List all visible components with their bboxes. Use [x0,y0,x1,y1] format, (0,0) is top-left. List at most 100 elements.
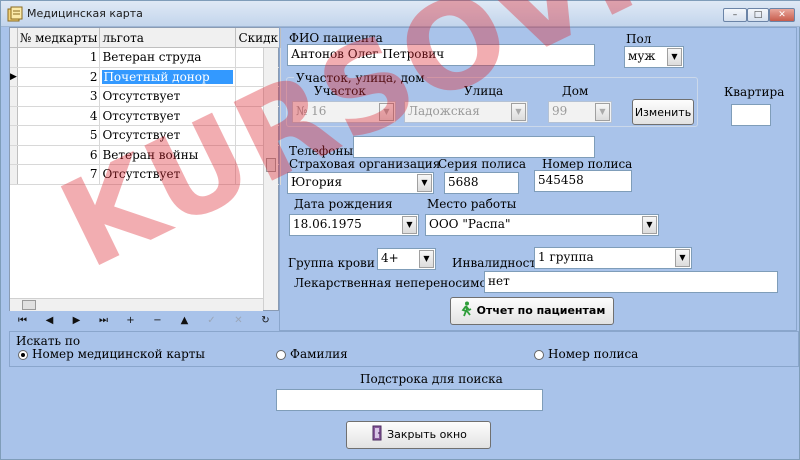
insurance-select[interactable]: Югория ▼ [287,172,434,194]
chevron-down-icon[interactable]: ▼ [511,103,526,121]
cell-benefit[interactable]: Почетный донор [99,67,237,87]
search-by-groupbox: Искать по Номер медицинской карты Фамили… [9,331,799,367]
column-header-benefit[interactable]: льгота [99,28,237,48]
column-header-card-number[interactable]: № медкарты [17,28,101,48]
search-substring-field[interactable] [276,389,543,411]
fio-field[interactable]: Антонов Олег Петрович [287,44,595,66]
patients-report-button[interactable]: Отчет по пациентам [450,297,614,325]
edit-record-button[interactable]: ▲ [171,312,198,330]
close-form-button[interactable]: Закрыть окно [346,421,491,449]
policy-number-field[interactable]: 545458 [534,170,632,192]
title-bar[interactable]: Медицинская карта – □ ✕ [1,1,800,27]
maximize-button[interactable]: □ [747,8,769,22]
row-indicator [10,145,18,165]
table-row[interactable]: 5 Отсутствует [10,125,282,146]
column-header-discount[interactable]: Скидк [235,28,282,48]
prior-record-button[interactable]: ◀ [36,312,63,330]
post-record-button[interactable]: ✓ [198,312,225,330]
close-window-button[interactable]: ✕ [769,8,795,22]
chevron-down-icon[interactable]: ▼ [667,48,682,66]
search-substring-label: Подстрока для поиска [360,372,503,386]
search-option-policy-label[interactable]: Номер полиса [548,347,638,361]
last-record-button[interactable]: ⏭ [90,312,117,330]
chevron-down-icon[interactable]: ▼ [417,174,432,192]
workplace-label: Место работы [427,197,517,211]
row-indicator [10,47,18,68]
search-option-policy-radio[interactable] [534,350,544,360]
disability-select-value: 1 группа [538,250,594,264]
cell-card-number[interactable]: 6 [17,145,101,165]
birth-date-picker[interactable]: 18.06.1975 ▼ [289,214,419,236]
cancel-record-button[interactable]: ✕ [225,312,252,330]
cell-card-number[interactable]: 4 [17,106,101,126]
cell-benefit[interactable]: Отсутствует [99,86,237,107]
cell-benefit[interactable]: Ветеран войны [99,145,237,165]
next-record-button[interactable]: ▶ [63,312,90,330]
current-row-indicator: ▶ [10,67,18,87]
main-window: Медицинская карта – □ ✕ № медкарты льгот… [0,0,800,460]
phones-field[interactable] [353,136,595,158]
cell-card-number[interactable]: 2 [17,67,101,87]
drug-intolerance-field[interactable]: нет [484,271,778,293]
house-select[interactable]: 99 ▼ [548,101,612,123]
chevron-down-icon[interactable]: ▼ [642,216,657,234]
table-row[interactable]: 4 Отсутствует [10,106,282,126]
phones-label: Телефоны [289,144,353,158]
policy-series-field[interactable]: 5688 [444,172,519,194]
sex-select[interactable]: муж ▼ [624,46,684,68]
table-row[interactable]: 6 Ветеран войны [10,145,282,165]
change-address-button[interactable]: Изменить [632,99,694,125]
cell-benefit[interactable]: Отсутствует [99,164,237,185]
grid-header-row: № медкарты льгота Скидк [10,28,282,48]
cell-card-number[interactable]: 1 [17,47,101,68]
table-row[interactable]: 1 Ветеран струда [10,47,282,68]
table-row[interactable]: 7 Отсутствует [10,164,282,185]
insurance-label: Страховая организация [289,157,441,171]
apartment-field[interactable] [731,104,771,126]
cell-card-number[interactable]: 7 [17,164,101,185]
row-indicator [10,125,18,146]
table-row-selected[interactable]: ▶ 2 Почетный донор [10,67,282,87]
cell-card-number[interactable]: 3 [17,86,101,107]
disability-select[interactable]: 1 группа ▼ [534,247,692,269]
close-form-button-label: Закрыть окно [387,428,467,441]
chevron-down-icon[interactable]: ▼ [402,216,417,234]
sex-label: Пол [626,32,652,46]
chevron-down-icon[interactable]: ▼ [595,103,610,121]
cell-benefit[interactable]: Ветеран струда [99,47,237,68]
workplace-select[interactable]: ООО "Распа" ▼ [425,214,659,236]
search-option-surname-radio[interactable] [276,350,286,360]
street-select[interactable]: Ладожская ▼ [404,101,528,123]
refresh-records-button[interactable]: ↻ [252,312,279,330]
sex-select-value: муж [628,49,656,63]
delete-record-button[interactable]: − [144,312,171,330]
patient-form-panel: ФИО пациента Антонов Олег Петрович Пол м… [279,27,797,331]
vertical-scrollbar[interactable] [263,48,278,310]
street-select-value: Ладожская [408,104,480,118]
search-option-surname-label[interactable]: Фамилия [290,347,348,361]
blood-group-select[interactable]: 4+ ▼ [377,248,436,270]
district-select-value: № 16 [296,104,327,118]
birth-date-label: Дата рождения [294,197,393,211]
cell-benefit[interactable]: Отсутствует [99,125,237,146]
cell-card-number[interactable]: 5 [17,125,101,146]
patients-report-button-label: Отчет по пациентам [476,304,606,317]
search-option-card-label[interactable]: Номер медицинской карты [32,347,205,361]
search-by-label: Искать по [16,334,81,348]
chevron-down-icon[interactable]: ▼ [675,249,690,267]
search-option-card-radio[interactable] [18,350,28,360]
district-select[interactable]: № 16 ▼ [292,101,396,123]
chevron-down-icon[interactable]: ▼ [379,103,394,121]
first-record-button[interactable]: ⏮ [9,312,36,330]
table-row[interactable]: 3 Отсутствует [10,86,282,107]
horizontal-scrollbar[interactable] [10,298,263,311]
vertical-scroll-thumb[interactable] [266,158,276,172]
chevron-down-icon[interactable]: ▼ [419,250,434,268]
row-indicator [10,106,18,126]
row-indicator [10,86,18,107]
insert-record-button[interactable]: + [117,312,144,330]
cell-benefit[interactable]: Отсутствует [99,106,237,126]
minimize-button[interactable]: – [723,8,747,22]
horizontal-scroll-thumb[interactable] [22,300,36,310]
records-grid[interactable]: № медкарты льгота Скидк 1 Ветеран струда… [9,27,282,311]
